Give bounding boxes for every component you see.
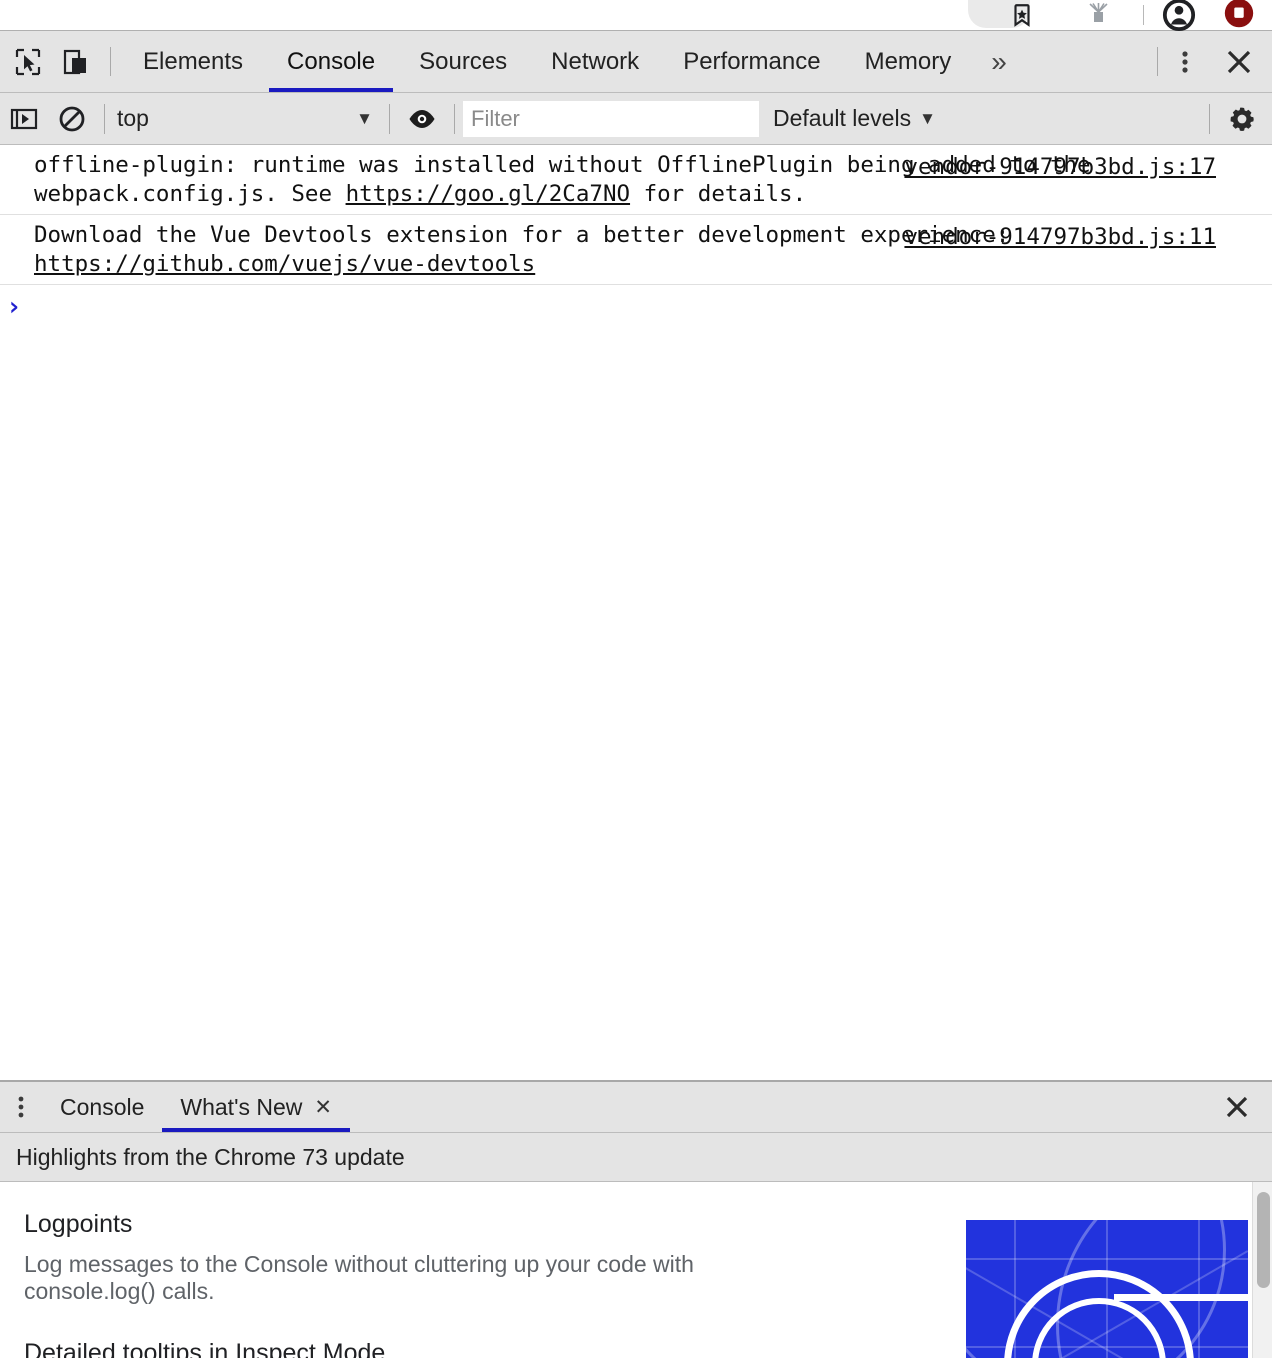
tab-network[interactable]: Network — [529, 31, 661, 92]
tab-label: Console — [287, 47, 376, 75]
tab-elements[interactable]: Elements — [121, 31, 265, 92]
console-message-source-link[interactable]: vendor-914797b3bd.js:11 — [904, 223, 1216, 252]
tab-sources[interactable]: Sources — [397, 31, 529, 92]
console-message-row[interactable]: Download the Vue Devtools extension for … — [0, 215, 1272, 285]
console-prompt[interactable]: › — [0, 285, 1272, 321]
tab-label: Sources — [419, 47, 508, 75]
console-message-list[interactable]: offline-plugin: runtime was installed wi… — [0, 145, 1272, 1080]
inspect-element-icon[interactable] — [4, 31, 52, 92]
scrollbar-thumb[interactable] — [1257, 1192, 1270, 1289]
devtools-drawer: Console What's New ✕ Highlights from the… — [0, 1080, 1272, 1358]
whats-new-content[interactable]: Logpoints Log messages to the Console wi… — [0, 1182, 1272, 1358]
console-message-source-link[interactable]: vendor-914797b3bd.js:17 — [904, 153, 1216, 182]
tab-memory[interactable]: Memory — [843, 31, 974, 92]
tab-console[interactable]: Console — [265, 31, 397, 92]
whats-new-scrollbar[interactable] — [1252, 1182, 1272, 1358]
whats-new-header-text: Highlights from the Chrome 73 update — [16, 1143, 405, 1170]
extension-icon[interactable] — [1081, 0, 1115, 30]
tab-label: Network — [551, 47, 640, 75]
tab-label: Memory — [864, 47, 952, 75]
drawer-tab-label: What's New — [180, 1093, 303, 1120]
more-tabs-chevron-icon[interactable]: » — [973, 31, 1025, 92]
browser-toolbar-strip — [0, 0, 1272, 32]
message-part-text: Download the Vue Devtools extension for … — [34, 222, 1023, 248]
devtools-tab-bar: Elements Console Sources Network Perform… — [0, 31, 1272, 93]
console-filter-bar: top ▼ Default levels ▼ — [0, 93, 1272, 145]
devtools-window: Elements Console Sources Network Perform… — [0, 30, 1272, 1358]
chevron-down-icon: ▼ — [356, 108, 373, 128]
tab-label: Performance — [683, 47, 821, 75]
more-tabs-label: » — [991, 45, 1007, 77]
message-link[interactable]: https://github.com/vuejs/vue-devtools — [34, 251, 535, 277]
drawer-tab-bar: Console What's New ✕ — [0, 1082, 1272, 1134]
tabbar-divider — [110, 47, 111, 76]
toggle-device-toolbar-icon[interactable] — [52, 31, 100, 92]
close-icon[interactable]: ✕ — [314, 1095, 332, 1120]
filterbar-divider-2 — [389, 103, 390, 134]
prompt-chevron-icon: › — [6, 292, 22, 322]
tab-label: Elements — [143, 47, 244, 75]
recording-indicator-icon[interactable] — [1222, 0, 1256, 30]
filterbar-divider-3 — [454, 103, 455, 134]
filterbar-divider-1 — [104, 103, 105, 134]
message-part-text: for details. — [630, 180, 807, 207]
console-message-row[interactable]: offline-plugin: runtime was installed wi… — [0, 145, 1272, 215]
tabbar-spacer — [1025, 31, 1157, 92]
live-expression-eye-icon[interactable] — [398, 93, 446, 145]
whats-new-header: Highlights from the Chrome 73 update — [0, 1133, 1272, 1183]
whats-new-figure: https://blog.csdn.net/weixin_44716713 ht… — [966, 1220, 1248, 1358]
console-prompt-input[interactable] — [22, 295, 1272, 321]
log-levels-label: Default levels — [773, 105, 912, 131]
filterbar-divider-4 — [1209, 103, 1210, 134]
drawer-tab-console[interactable]: Console — [42, 1082, 162, 1132]
clear-console-icon[interactable] — [48, 93, 96, 145]
kebab-menu-icon[interactable] — [1158, 31, 1212, 92]
chevron-down-icon: ▼ — [919, 108, 936, 128]
execution-context-selector[interactable]: top ▼ — [113, 105, 381, 132]
console-settings-gear-icon[interactable] — [1218, 93, 1266, 145]
close-drawer-icon[interactable] — [1210, 1082, 1264, 1132]
whats-new-entry-description: Log messages to the Console without clut… — [24, 1251, 694, 1305]
toolbar-divider — [1143, 5, 1144, 25]
bookmark-star-icon[interactable] — [1005, 0, 1039, 30]
drawer-tabs-spacer — [350, 1082, 1210, 1132]
drawer-more-tools-icon[interactable] — [0, 1082, 42, 1132]
console-filter-input[interactable] — [463, 100, 759, 137]
profile-avatar-icon[interactable] — [1162, 0, 1196, 32]
console-sidebar-toggle-icon[interactable] — [0, 93, 48, 145]
execution-context-label: top — [117, 105, 149, 131]
drawer-tab-whats-new[interactable]: What's New ✕ — [162, 1082, 350, 1133]
tab-performance[interactable]: Performance — [661, 31, 842, 92]
log-levels-selector[interactable]: Default levels ▼ — [773, 105, 936, 132]
chrome-73-blueprint-thumbnail: https://blog.csdn.net/weixin_44716713 ht… — [966, 1220, 1248, 1358]
message-link[interactable]: https://goo.gl/2Ca7NO — [346, 181, 630, 207]
close-devtools-icon[interactable] — [1212, 31, 1266, 92]
drawer-tab-label: Console — [60, 1093, 145, 1120]
